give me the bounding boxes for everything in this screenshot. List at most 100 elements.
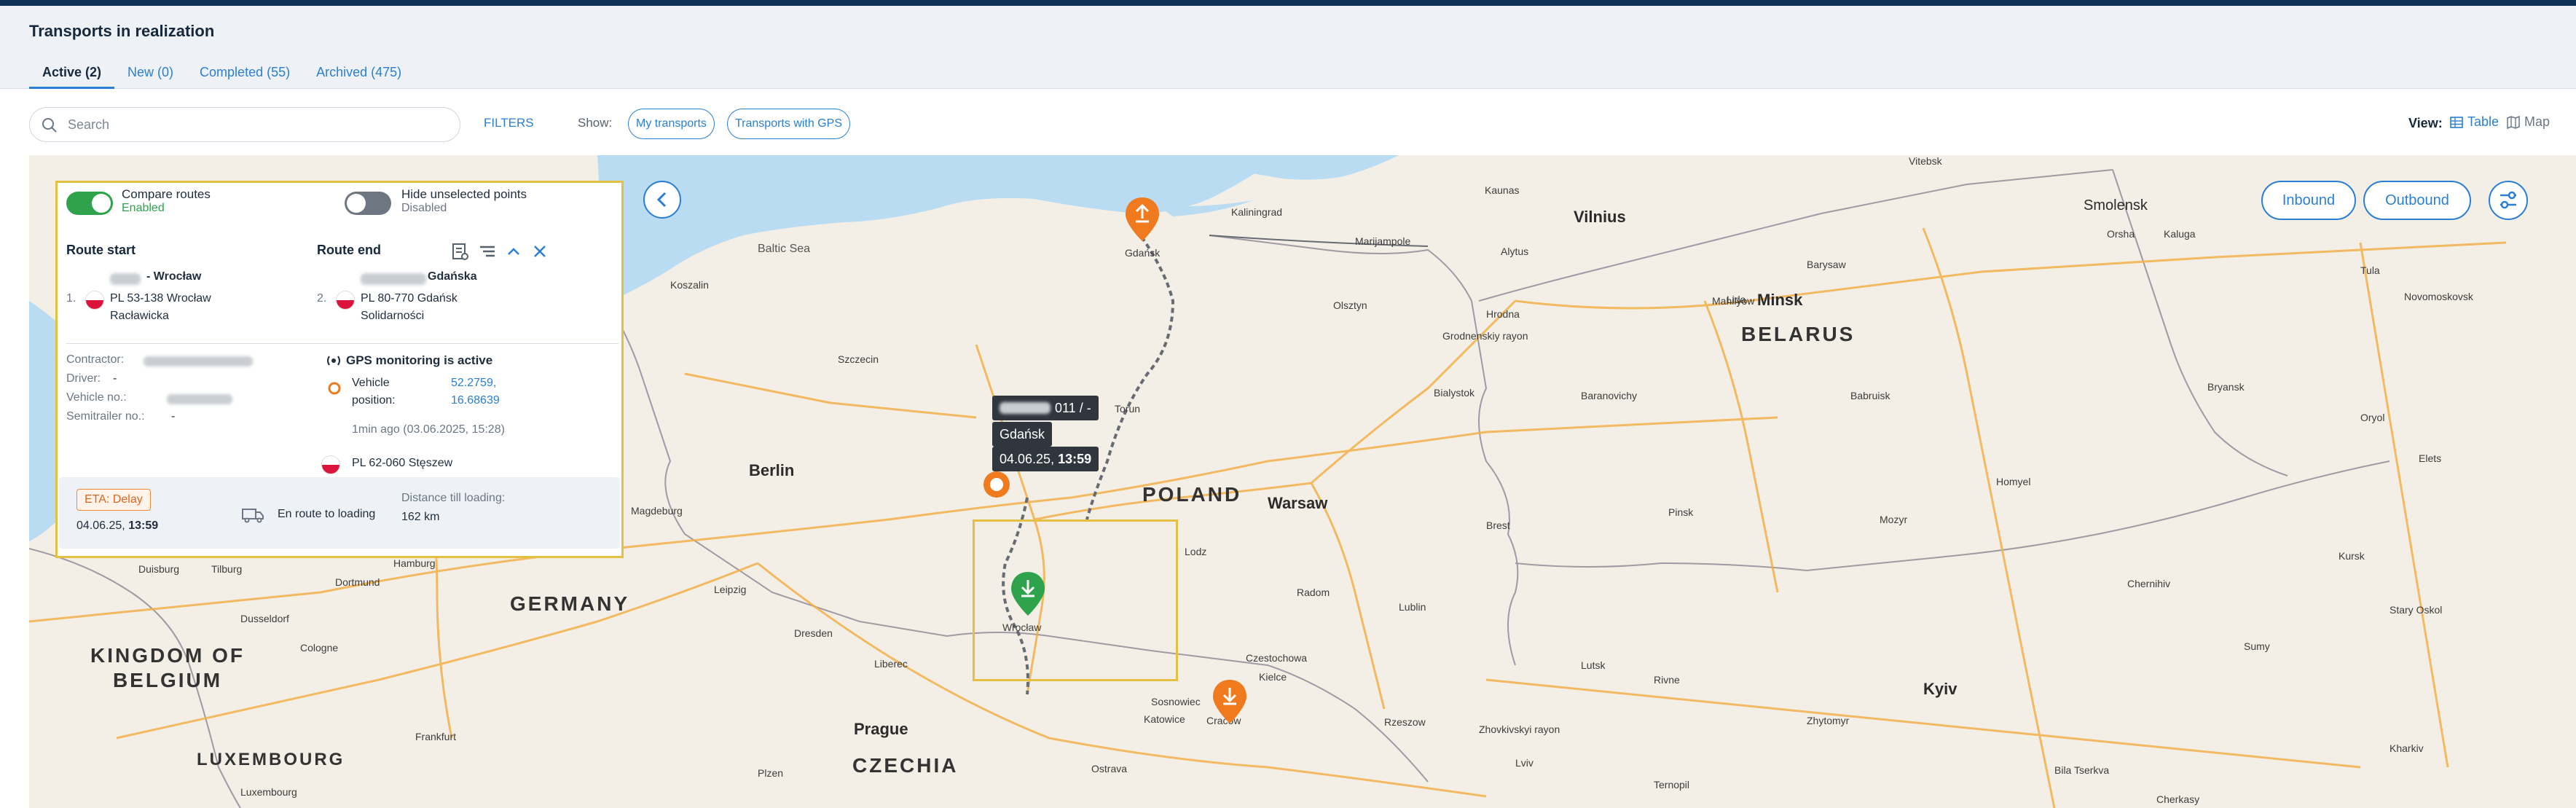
- city-label: Dusseldorf: [240, 613, 289, 624]
- poland-flag-icon: [321, 455, 340, 474]
- city-label: Homyel: [1996, 476, 2031, 487]
- redacted-name: [361, 273, 426, 285]
- city-label: Olsztyn: [1333, 299, 1367, 311]
- transports-with-gps-chip[interactable]: Transports with GPS: [727, 109, 851, 139]
- sea-label: Baltic Sea: [758, 243, 811, 255]
- city-label: Kharkiv: [2390, 742, 2424, 754]
- poland-flag-icon: [85, 291, 104, 310]
- vehicle-lat-link[interactable]: 52.2759,: [451, 377, 496, 390]
- hide-unselected-title: Hide unselected points: [401, 187, 527, 201]
- eta-tooltip: 04.06.25, 13:59: [992, 447, 1099, 471]
- city-label: Kursk: [2339, 550, 2365, 562]
- city-label: Plzen: [758, 767, 784, 779]
- city-label: Barysaw: [1807, 259, 1846, 270]
- inbound-button[interactable]: Inbound: [2261, 181, 2356, 220]
- city-label: Cologne: [300, 642, 339, 654]
- search-input[interactable]: [68, 115, 447, 134]
- vehicle-lon-link[interactable]: 16.68639: [451, 394, 500, 407]
- city-label: Tilburg: [211, 563, 243, 575]
- eta-section: ETA: Delay 04.06.25, 13:59 En route to l…: [59, 477, 620, 549]
- city-label: Lviv: [1515, 757, 1534, 769]
- route-end-address: PL 80-770 Gdańsk: [361, 292, 458, 305]
- chevron-left-icon: [656, 192, 667, 208]
- city-label: Rzeszow: [1384, 716, 1426, 728]
- close-icon[interactable]: [530, 241, 550, 262]
- status-tabs: Active (2) New (0) Completed (55) Archiv…: [29, 63, 415, 89]
- country-label: POLAND: [1142, 483, 1242, 506]
- city-label: Orsha: [2107, 228, 2135, 240]
- city-label: Lodz: [1185, 546, 1207, 557]
- vehicle-tooltip-text: 011 / -: [1055, 401, 1091, 415]
- city-label: Stary Oskol: [2390, 604, 2443, 616]
- city-label: Lutsk: [1581, 659, 1606, 671]
- hide-unselected-status: Disabled: [401, 202, 447, 214]
- outbound-button[interactable]: Outbound: [2363, 181, 2471, 220]
- tab-archived[interactable]: Archived (475): [303, 63, 415, 89]
- view-table-option[interactable]: Table: [2449, 114, 2499, 130]
- map-settings-button[interactable]: [2489, 181, 2528, 220]
- city-label: Lublin: [1399, 601, 1426, 613]
- page-header: Transports in realization Active (2) New…: [0, 6, 2576, 89]
- route-start-heading: Route start: [66, 243, 136, 257]
- route-end-name: Gdańska: [428, 270, 477, 283]
- tab-new[interactable]: New (0): [114, 63, 186, 89]
- eta-time: 13:59: [128, 519, 159, 532]
- my-transports-chip[interactable]: My transports: [628, 109, 715, 139]
- tab-active[interactable]: Active (2): [29, 63, 115, 89]
- city-label: Dresden: [794, 627, 833, 639]
- city-label: Hamburg: [393, 557, 436, 569]
- vehicle-position-icon[interactable]: [982, 470, 1011, 499]
- city-label: Chernihiv: [2127, 578, 2171, 589]
- city-label: Dortmund: [335, 576, 380, 588]
- search-box[interactable]: [29, 107, 460, 142]
- toolbar: FILTERS Show: My transports Transports w…: [0, 90, 2576, 155]
- tab-completed[interactable]: Completed (55): [186, 63, 303, 89]
- redacted-contractor: [144, 356, 253, 366]
- city-label: Czestochowa: [1246, 652, 1308, 664]
- redacted-name: [110, 273, 141, 285]
- gps-title: GPS monitoring is active: [346, 353, 493, 367]
- city-label: Bila Tserkva: [2054, 764, 2110, 776]
- city-label: Pinsk: [1668, 506, 1694, 518]
- driver-label: Driver:: [66, 372, 101, 385]
- city-label: Marijampole: [1355, 235, 1411, 247]
- city-label: Magdeburg: [631, 505, 683, 517]
- city-label: Liberec: [874, 658, 908, 670]
- vehicle-position-label-2: position:: [352, 394, 396, 407]
- compare-routes-toggle[interactable]: [66, 192, 113, 215]
- semitrailer-value: -: [171, 410, 176, 423]
- route-details-panel: Compare routes Enabled Hide unselected p…: [55, 181, 624, 558]
- city-label: Berlin: [749, 461, 795, 479]
- collapse-panel-button[interactable]: [643, 181, 681, 219]
- city-label: Vitebsk: [1909, 155, 1942, 167]
- unloading-pin-icon[interactable]: [1123, 196, 1161, 244]
- city-label: Gdańsk: [1125, 247, 1161, 259]
- loading-pin-icon[interactable]: [1211, 678, 1249, 726]
- transport-status: En route to loading: [278, 508, 376, 520]
- list-icon[interactable]: [477, 241, 498, 262]
- hide-unselected-toggle[interactable]: [345, 192, 391, 215]
- loading-pin-icon[interactable]: [1009, 570, 1047, 619]
- vehicle-position-label: Vehicle: [352, 377, 390, 389]
- map-icon: [2507, 115, 2520, 129]
- city-label: Hrodna: [1486, 308, 1520, 320]
- chevron-up-icon[interactable]: [503, 241, 524, 262]
- route-start-index: 1.: [66, 292, 76, 305]
- compare-routes-status: Enabled: [122, 202, 165, 214]
- view-map-label: Map: [2524, 114, 2551, 129]
- city-label: Babruisk: [1850, 390, 1890, 401]
- filters-button[interactable]: FILTERS: [484, 116, 534, 130]
- eta-tooltip-time: 13:59: [1058, 452, 1092, 466]
- city-label: Zhytomyr: [1807, 715, 1850, 726]
- view-table-label: Table: [2467, 114, 2500, 129]
- city-label: Brest: [1486, 519, 1510, 531]
- city-label: Zhovkivskyi rayon: [1479, 723, 1560, 735]
- divider: [66, 343, 619, 344]
- city-label: Sosnowiec: [1151, 696, 1201, 707]
- document-icon[interactable]: [449, 241, 470, 262]
- view-map-option[interactable]: Map: [2506, 114, 2550, 130]
- city-label: Mozyr: [1880, 514, 1908, 525]
- city-label: Bialystok: [1434, 387, 1475, 399]
- city-label: Elets: [2419, 452, 2442, 464]
- city-label: Cherkasy: [2156, 793, 2200, 805]
